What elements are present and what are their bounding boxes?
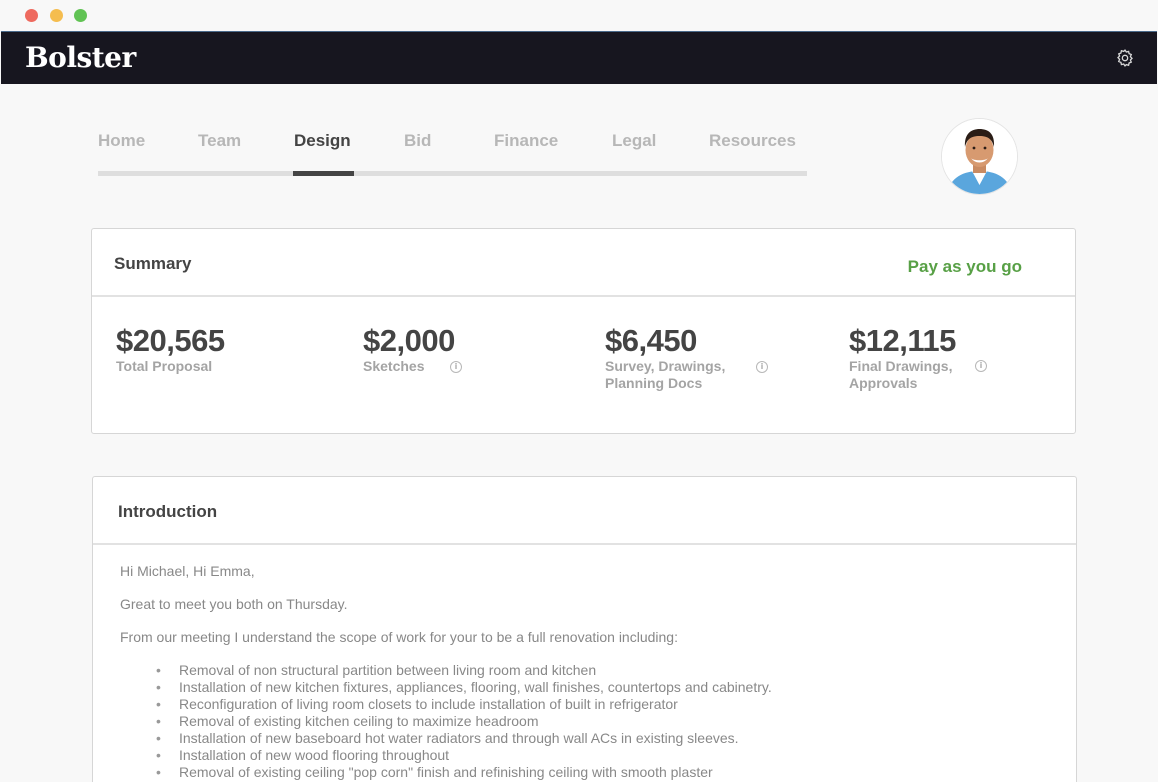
pay-as-you-go-link[interactable]: Pay as you go	[908, 257, 1022, 277]
stat-label: Final Drawings, Approvals	[849, 358, 953, 391]
zoom-window-button[interactable]	[74, 9, 87, 22]
list-item: Installation of new kitchen fixtures, ap…	[156, 679, 1056, 696]
summary-card: Summary Pay as you go $20,565 Total Prop…	[91, 228, 1076, 434]
gear-icon[interactable]	[1115, 48, 1135, 68]
stat-final-drawings: $12,115 Final Drawings, Approvals	[849, 324, 967, 392]
app-header: Bolster	[1, 31, 1157, 84]
tab-finance[interactable]: Finance	[494, 131, 558, 151]
tab-team[interactable]: Team	[198, 131, 241, 151]
tab-track	[98, 171, 807, 176]
stat-label: Total Proposal	[116, 358, 213, 374]
avatar-portrait-icon	[942, 119, 1017, 194]
introduction-card: Introduction Hi Michael, Hi Emma, Great …	[92, 476, 1077, 782]
list-item: Installation of new baseboard hot water …	[156, 730, 1056, 747]
introduction-title: Introduction	[118, 502, 218, 521]
intro-line: Great to meet you both on Thursday.	[120, 596, 348, 612]
stat-label: Survey, Drawings, Planning Docs	[605, 358, 726, 391]
stat-amount: $12,115	[849, 323, 956, 358]
stat-total-proposal: $20,565 Total Proposal	[116, 324, 256, 375]
list-item: Reconfiguration of living room closets t…	[156, 696, 1056, 713]
introduction-card-header: Introduction	[93, 477, 1076, 545]
scope-list: Removal of non structural partition betw…	[156, 662, 1056, 781]
info-icon[interactable]: i	[756, 361, 768, 373]
tab-home[interactable]: Home	[98, 131, 145, 151]
minimize-window-button[interactable]	[50, 9, 63, 22]
bolster-logo[interactable]: Bolster	[25, 41, 136, 74]
info-icon[interactable]: i	[975, 360, 987, 372]
summary-card-header: Summary Pay as you go	[92, 229, 1075, 297]
stat-survey-drawings: $6,450 Survey, Drawings, Planning Docs	[605, 324, 740, 392]
list-item: Installation of new wood flooring throug…	[156, 747, 1056, 764]
list-item: Removal of existing kitchen ceiling to m…	[156, 713, 1056, 730]
user-avatar[interactable]	[942, 119, 1017, 194]
stat-amount: $6,450	[605, 323, 697, 358]
stat-amount: $2,000	[363, 323, 455, 358]
tab-legal[interactable]: Legal	[612, 131, 656, 151]
close-window-button[interactable]	[25, 9, 38, 22]
stat-sketches: $2,000 Sketches	[363, 324, 503, 375]
intro-greeting: Hi Michael, Hi Emma,	[120, 563, 255, 579]
main-nav-tabs: Home Team Design Bid Finance Legal Resou…	[98, 125, 808, 177]
window-titlebar	[0, 0, 1158, 31]
summary-title: Summary	[114, 254, 192, 273]
list-item: Removal of non structural partition betw…	[156, 662, 1056, 679]
tab-design[interactable]: Design	[294, 131, 351, 151]
list-item: Removal of existing ceiling "pop corn" f…	[156, 764, 1056, 781]
intro-line: From our meeting I understand the scope …	[120, 629, 678, 645]
tab-bid[interactable]: Bid	[404, 131, 431, 151]
stat-amount: $20,565	[116, 323, 225, 358]
stat-label: Sketches	[363, 358, 425, 374]
tab-resources[interactable]: Resources	[709, 131, 796, 151]
info-icon[interactable]: i	[450, 361, 462, 373]
app-window: Bolster Home Team Design Bid Finance Leg…	[0, 0, 1158, 782]
introduction-body: Hi Michael, Hi Emma, Great to meet you b…	[120, 563, 1056, 781]
active-tab-indicator	[293, 171, 354, 176]
